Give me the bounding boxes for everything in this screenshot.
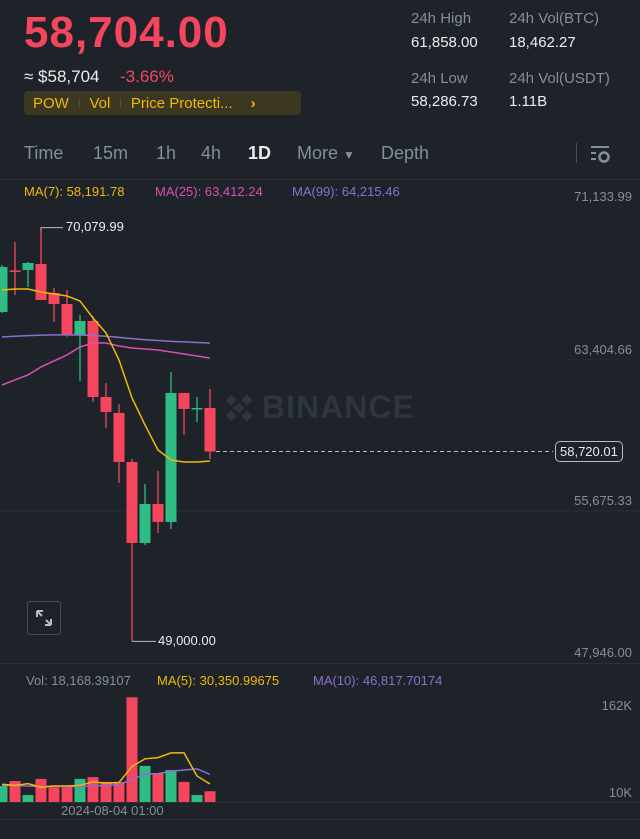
candle-body [87, 320, 99, 397]
candle-body [126, 461, 138, 543]
volume-tick: 162K [601, 698, 632, 713]
candle-body [204, 407, 216, 452]
divider [0, 663, 640, 664]
price-tick: 55,675.33 [574, 493, 632, 508]
volume-bar [74, 778, 86, 802]
candle-body [9, 270, 21, 272]
candle-body [113, 412, 125, 462]
high-marker-line [40, 227, 63, 231]
volume-bar [35, 778, 47, 802]
candle-body [139, 503, 151, 543]
price-tick: 63,404.66 [574, 342, 632, 357]
expand-button[interactable] [27, 601, 61, 635]
high-marker-label: 70,079.99 [66, 219, 124, 234]
candle-body [178, 392, 190, 409]
vol-ma10-legend: MA(10): 46,817.70174 [313, 673, 443, 688]
volume-tick: 10K [608, 785, 632, 800]
candle-body [61, 303, 73, 335]
price-tick: 47,946.00 [574, 645, 632, 660]
volume-bar [126, 697, 138, 802]
volume-bar [87, 777, 99, 802]
candle-body [35, 263, 47, 300]
vol-legend: Vol: 18,168.39107 [26, 673, 131, 688]
candle-body [22, 262, 34, 270]
ma99-line [1, 334, 211, 344]
ma7-line [1, 288, 211, 463]
volume-bar [9, 780, 21, 802]
volume-bar [61, 787, 73, 802]
volume-bar [152, 773, 164, 802]
volume-bar [165, 770, 177, 802]
volume-bar [191, 795, 203, 802]
volume-bar [204, 791, 216, 802]
current-price-label: 58,720.01 [555, 441, 623, 462]
expand-icon [36, 610, 52, 626]
x-axis-label: 2024-08-04 01:00 [61, 803, 164, 818]
volume-bar [139, 765, 151, 802]
candle-body [191, 407, 203, 410]
price-tick: 71,133.99 [574, 189, 632, 204]
volume-bar [0, 786, 8, 802]
volume-bar [48, 787, 60, 802]
candle-body [152, 503, 164, 522]
divider [0, 819, 640, 820]
candlestick-chart[interactable] [0, 0, 640, 839]
vol-ma5-legend: MA(5): 30,350.99675 [157, 673, 280, 688]
ma25-line [1, 342, 211, 386]
low-marker-label: 49,000.00 [158, 633, 216, 648]
volume-bar [22, 795, 34, 802]
candle-body [74, 320, 86, 335]
candle-body [100, 396, 112, 412]
volume-bar [178, 781, 190, 802]
